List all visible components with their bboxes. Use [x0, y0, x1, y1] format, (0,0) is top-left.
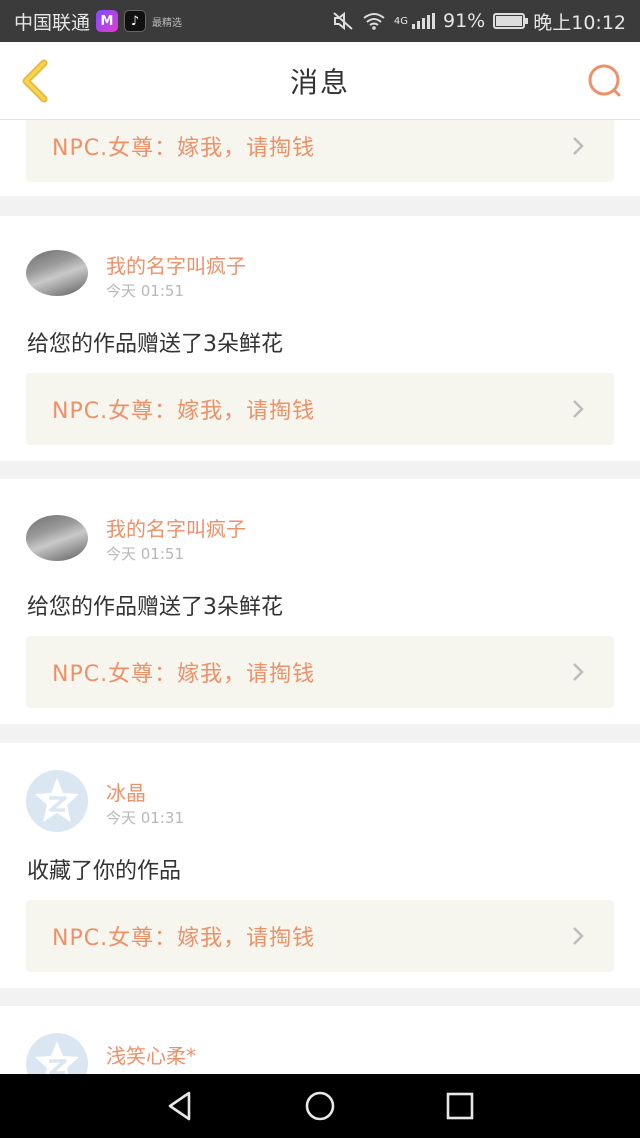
work-title: NPC.女尊：嫁我，请掏钱: [52, 399, 316, 424]
avatar[interactable]: [26, 250, 88, 296]
clock: 晚上10:12: [533, 11, 626, 34]
app-header: 消息: [0, 42, 640, 120]
message-text: 给您的作品赠送了3朵鲜花: [27, 595, 283, 620]
status-bar: 中国联通 M ♪ 最精选 4G 91% 晚上10:12: [0, 0, 640, 42]
user-name[interactable]: 冰晶: [106, 777, 146, 806]
chevron-left-icon: [22, 59, 48, 103]
signal-icon: [412, 13, 435, 29]
list-item: 冰晶 今天 01:31 收藏了你的作品 NPC.女尊：嫁我，请掏钱: [0, 743, 640, 988]
nav-recents-icon[interactable]: [445, 1091, 475, 1121]
carrier-label: 中国联通: [14, 11, 91, 34]
work-title: NPC.女尊：嫁我，请掏钱: [52, 926, 316, 951]
search-icon: [588, 64, 621, 97]
system-navigation-bar: [0, 1074, 640, 1138]
battery-percent: 91%: [443, 10, 486, 32]
message-time: 今天 01:51: [106, 282, 184, 300]
user-name[interactable]: 我的名字叫疯子: [106, 250, 246, 279]
chevron-right-icon: [573, 400, 584, 418]
chevron-right-icon: [573, 663, 584, 681]
list-item: NPC.女尊：嫁我，请掏钱: [0, 120, 640, 196]
message-text: 给您的作品赠送了3朵鲜花: [27, 332, 283, 357]
avatar[interactable]: [26, 1033, 88, 1074]
message-time: 今天 01:31: [106, 809, 184, 827]
list-item: 浅笑心柔*: [0, 1006, 640, 1074]
search-button[interactable]: [584, 60, 626, 102]
wifi-icon: [363, 13, 385, 30]
default-avatar-icon: [35, 1041, 79, 1074]
battery-icon: [493, 13, 529, 29]
network-type-label: 4G: [393, 15, 408, 27]
work-link[interactable]: NPC.女尊：嫁我，请掏钱: [26, 636, 614, 708]
chevron-right-icon: [573, 137, 584, 155]
mute-icon: [333, 11, 353, 31]
work-link[interactable]: NPC.女尊：嫁我，请掏钱: [26, 373, 614, 445]
avatar[interactable]: [26, 770, 88, 832]
app-m-icon: M: [96, 10, 119, 32]
user-name[interactable]: 浅笑心柔*: [106, 1040, 196, 1069]
work-link[interactable]: NPC.女尊：嫁我，请掏钱: [26, 900, 614, 972]
work-title: NPC.女尊：嫁我，请掏钱: [52, 662, 316, 687]
message-text: 收藏了你的作品: [27, 859, 182, 884]
tiktok-icon: ♪: [124, 10, 147, 32]
nav-back-icon[interactable]: [165, 1090, 195, 1122]
avatar[interactable]: [26, 515, 88, 561]
page-title: 消息: [289, 65, 350, 99]
work-title: NPC.女尊：嫁我，请掏钱: [52, 136, 316, 161]
user-name[interactable]: 我的名字叫疯子: [106, 513, 246, 542]
message-time: 今天 01:51: [106, 545, 184, 563]
message-list[interactable]: NPC.女尊：嫁我，请掏钱 我的名字叫疯子 今天 01:51 给您的作品赠送了3…: [0, 120, 640, 1074]
notification-mini-label: 最精选: [152, 17, 183, 29]
list-item: 我的名字叫疯子 今天 01:51 给您的作品赠送了3朵鲜花 NPC.女尊：嫁我，…: [0, 216, 640, 461]
nav-home-icon[interactable]: [304, 1090, 336, 1122]
chevron-right-icon: [573, 927, 584, 945]
list-item: 我的名字叫疯子 今天 01:51 给您的作品赠送了3朵鲜花 NPC.女尊：嫁我，…: [0, 479, 640, 724]
work-link[interactable]: NPC.女尊：嫁我，请掏钱: [26, 120, 614, 182]
default-avatar-icon: [35, 778, 79, 822]
back-button[interactable]: [12, 58, 56, 104]
